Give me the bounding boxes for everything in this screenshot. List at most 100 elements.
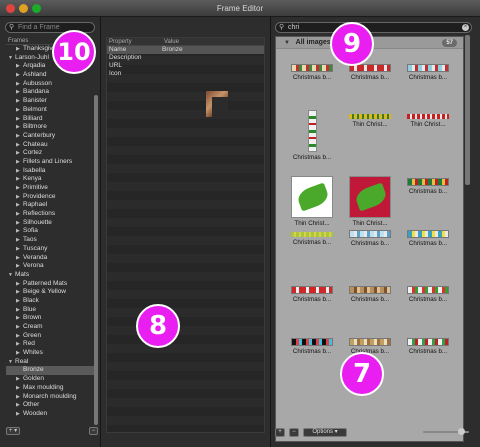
tree-item-veranda[interactable]: ▶ Veranda [6, 254, 94, 263]
disclosure-triangle-icon[interactable]: ▼ [8, 358, 15, 367]
tree-item-canterbury[interactable]: ▶ Canterbury [6, 132, 94, 141]
disclosure-triangle-icon[interactable]: ▶ [16, 262, 23, 271]
disclosure-triangle-icon[interactable]: ▶ [16, 80, 23, 89]
tree-item-isabella[interactable]: ▶ Isabella [6, 167, 94, 176]
disclosure-triangle-icon[interactable]: ▶ [16, 280, 23, 289]
disclosure-triangle-icon[interactable]: ▶ [16, 219, 23, 228]
image-thumbnail-cell[interactable]: Christmas b... [286, 284, 338, 303]
tree-item-tuscany[interactable]: ▶ Tuscany [6, 245, 94, 254]
image-thumbnail-cell[interactable]: Thin Christ... [286, 176, 338, 227]
add-image-button[interactable]: + [275, 428, 285, 437]
tree-item-other[interactable]: ▶ Other [6, 401, 94, 410]
disclosure-triangle-icon[interactable]: ▶ [16, 288, 23, 297]
tree-item-aubusson[interactable]: ▶ Aubusson [6, 80, 94, 89]
disclosure-triangle-icon[interactable]: ▶ [16, 236, 23, 245]
tree-item-reflections[interactable]: ▶ Reflections [6, 210, 94, 219]
image-thumbnail-cell[interactable]: Thin Christ... [344, 110, 396, 128]
disclosure-triangle-icon[interactable]: ▶ [16, 314, 23, 323]
tree-item-max-moulding[interactable]: ▶ Max moulding [6, 384, 94, 393]
image-thumbnail-cell[interactable]: Christmas b... [286, 110, 338, 161]
image-thumbnail-cell[interactable]: Thin Christ... [344, 176, 396, 227]
disclosure-triangle-icon[interactable]: ▶ [16, 401, 23, 410]
disclosure-triangle-icon[interactable]: ▶ [16, 297, 23, 306]
property-row[interactable]: URL [107, 62, 264, 70]
tree-item-whites[interactable]: ▶ Whites [6, 349, 94, 358]
disclosure-triangle-icon[interactable]: ▶ [16, 149, 23, 158]
disclosure-triangle-icon[interactable]: ▶ [16, 88, 23, 97]
zoom-window-button[interactable] [32, 4, 41, 13]
frames-tree[interactable]: Frames ▶ Thanksgiving ▼ Larson-Juhl ▶ Arqadia… [6, 37, 94, 439]
disclosure-triangle-icon[interactable]: ▶ [16, 227, 23, 236]
tree-item-black[interactable]: ▶ Black [6, 297, 94, 306]
disclosure-triangle-icon[interactable]: ▶ [16, 210, 23, 219]
tree-item-cortez[interactable]: ▶ Cortez [6, 149, 94, 158]
disclosure-triangle-icon[interactable]: ▶ [16, 201, 23, 210]
tree-item-raphael[interactable]: ▶ Raphael [6, 201, 94, 210]
tree-item-verona[interactable]: ▶ Verona [6, 262, 94, 271]
disclosure-triangle-icon[interactable]: ▶ [16, 340, 23, 349]
image-thumbnail-cell[interactable]: Thin Christ... [402, 110, 454, 128]
disclosure-triangle-icon[interactable]: ▶ [16, 332, 23, 341]
property-row[interactable]: Description [107, 54, 264, 62]
tree-item-sofia[interactable]: ▶ Sofia [6, 227, 94, 236]
close-window-button[interactable] [6, 4, 15, 13]
tree-item-beige-yellow[interactable]: ▶ Beige & Yellow [6, 288, 94, 297]
disclosure-triangle-icon[interactable]: ▶ [16, 167, 23, 176]
tree-item-brown[interactable]: ▶ Brown [6, 314, 94, 323]
tree-item-golden[interactable]: ▶ Golden [6, 375, 94, 384]
image-thumbnail-cell[interactable]: Christmas b... [344, 284, 396, 303]
tree-item-green[interactable]: ▶ Green [6, 332, 94, 341]
image-thumbnail-cell[interactable]: Christmas b... [344, 336, 396, 355]
tree-item-fillets-and-liners[interactable]: ▶ Fillets and Liners [6, 158, 94, 167]
image-browser-scrollbar[interactable] [465, 35, 470, 185]
frames-tree-scrollbar[interactable] [94, 95, 98, 425]
disclosure-triangle-icon[interactable]: ▶ [16, 123, 23, 132]
disclosure-triangle-icon[interactable]: ▶ [16, 141, 23, 150]
image-thumbnail-cell[interactable]: Christmas b... [402, 62, 454, 81]
disclosure-triangle-icon[interactable]: ▼ [284, 40, 290, 46]
disclosure-triangle-icon[interactable]: ▶ [16, 393, 23, 402]
tree-item-kenya[interactable]: ▶ Kenya [6, 175, 94, 184]
tree-item-blue[interactable]: ▶ Blue [6, 306, 94, 315]
tree-item-chateau[interactable]: ▶ Chateau [6, 141, 94, 150]
tree-item-mats[interactable]: ▼ Mats [6, 271, 94, 280]
tree-item-patterned-mats[interactable]: ▶ Patterned Mats [6, 280, 94, 289]
disclosure-triangle-icon[interactable]: ▶ [16, 158, 23, 167]
disclosure-triangle-icon[interactable]: ▶ [16, 106, 23, 115]
image-thumbnail-cell[interactable]: Christmas b... [402, 176, 454, 195]
property-table[interactable]: Property Value Name Bronze Description URL I… [106, 37, 265, 433]
tree-item-billiard[interactable]: ▶ Billiard [6, 115, 94, 124]
minimize-window-button[interactable] [19, 4, 28, 13]
image-thumbnail-cell[interactable]: Christmas b... [402, 336, 454, 355]
disclosure-triangle-icon[interactable]: ▶ [16, 193, 23, 202]
tree-item-bronze[interactable]: Bronze [6, 366, 94, 376]
disclosure-triangle-icon[interactable]: ▶ [16, 254, 23, 263]
tree-item-belmont[interactable]: ▶ Belmont [6, 106, 94, 115]
remove-frame-button[interactable]: − [89, 427, 98, 435]
tree-item-monarch-moulding[interactable]: ▶ Monarch moulding [6, 393, 94, 402]
image-thumbnail-cell[interactable]: Christmas b... [402, 228, 454, 247]
disclosure-triangle-icon[interactable]: ▶ [16, 245, 23, 254]
options-menu-button[interactable]: Options ▾ [303, 428, 347, 437]
image-thumbnail-cell[interactable]: Christmas b... [286, 228, 338, 246]
tree-item-bandana[interactable]: ▶ Bandana [6, 88, 94, 97]
disclosure-triangle-icon[interactable]: ▶ [16, 62, 23, 71]
disclosure-triangle-icon[interactable]: ▶ [16, 132, 23, 141]
disclosure-triangle-icon[interactable]: ▶ [16, 323, 23, 332]
disclosure-triangle-icon[interactable]: ▼ [8, 271, 15, 280]
disclosure-triangle-icon[interactable]: ▶ [16, 349, 23, 358]
tree-item-biltmore[interactable]: ▶ Biltmore [6, 123, 94, 132]
image-search-field[interactable]: ⚲ chri × [275, 22, 472, 33]
property-row[interactable]: Icon [107, 70, 264, 78]
disclosure-triangle-icon[interactable]: ▶ [16, 45, 23, 54]
tree-item-taos[interactable]: ▶ Taos [6, 236, 94, 245]
disclosure-triangle-icon[interactable]: ▶ [16, 410, 23, 419]
disclosure-triangle-icon[interactable]: ▶ [16, 97, 23, 106]
image-thumbnail-cell[interactable]: Christmas b... [402, 284, 454, 303]
property-row[interactable]: Name Bronze [107, 46, 264, 54]
add-frame-menu-button[interactable]: + ▾ [6, 427, 20, 435]
thumbnail-size-slider-knob[interactable] [458, 428, 465, 435]
disclosure-triangle-icon[interactable]: ▶ [16, 306, 23, 315]
property-value[interactable]: Bronze [162, 46, 183, 54]
clear-search-icon[interactable]: × [462, 24, 469, 31]
